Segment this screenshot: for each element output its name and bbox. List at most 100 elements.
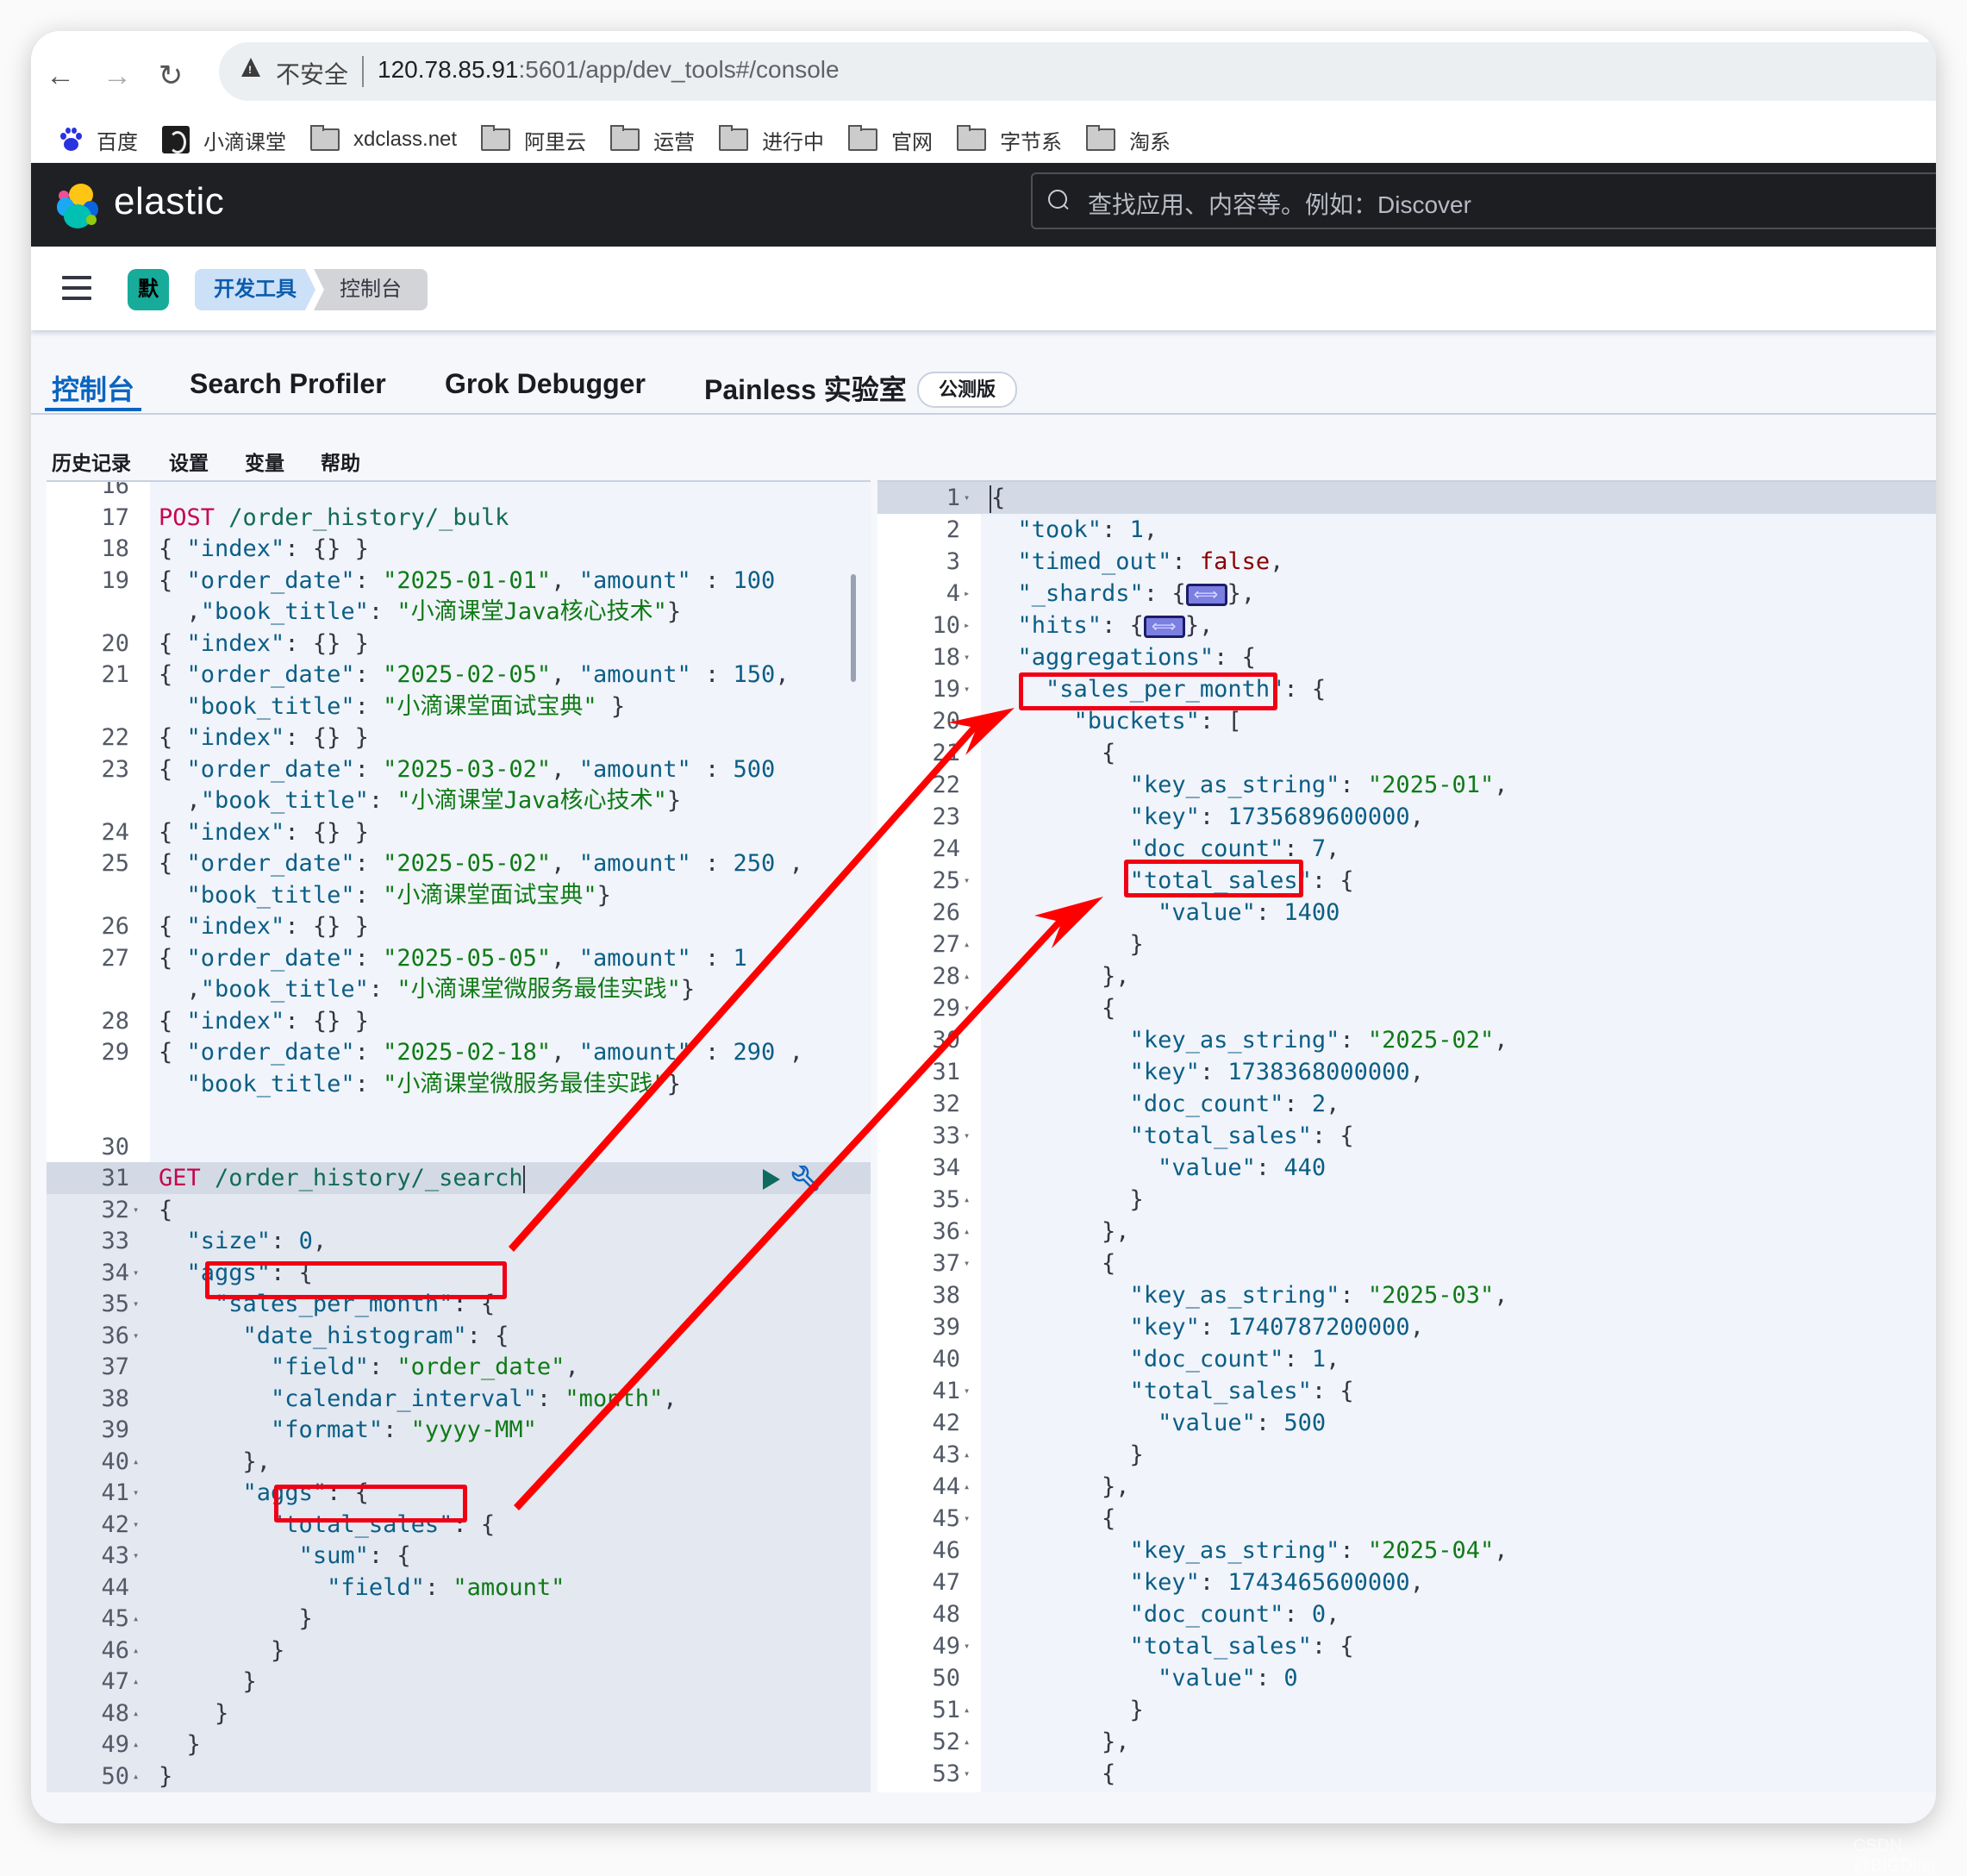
code-line[interactable]: 4▸ "_shards": {}, bbox=[877, 578, 1936, 610]
code-line[interactable]: 42 "value": 500 bbox=[877, 1407, 1936, 1439]
fold-open-icon[interactable]: ▾ bbox=[133, 1194, 139, 1226]
arrow-right-icon[interactable]: → bbox=[98, 57, 136, 95]
code-line[interactable]: 16 bbox=[47, 482, 871, 502]
play-icon[interactable] bbox=[763, 1169, 780, 1190]
fold-open-icon[interactable]: ▾ bbox=[964, 1758, 970, 1790]
code-line[interactable]: 1 ▾ { bbox=[877, 482, 1936, 514]
code-line[interactable]: 48 ▴ } bbox=[47, 1697, 871, 1729]
fold-closed-icon[interactable]: ▸ bbox=[964, 578, 970, 610]
code-line[interactable]: 19 { "order_date": "2025-01-01", "amount"… bbox=[47, 565, 871, 597]
code-line[interactable]: 39 "format": "yyyy-MM" bbox=[47, 1414, 871, 1446]
bookmark-folder[interactable]: 进行中 bbox=[719, 125, 824, 155]
code-line[interactable]: 28 { "index": {} } bbox=[47, 1005, 871, 1037]
code-line[interactable]: 37 ▾ { bbox=[877, 1248, 1936, 1279]
code-line[interactable]: 53 ▾ { bbox=[877, 1758, 1936, 1790]
fold-close-icon[interactable]: ▴ bbox=[133, 1603, 139, 1635]
fold-open-icon[interactable]: ▾ bbox=[964, 1120, 970, 1152]
fold-open-icon[interactable]: ▾ bbox=[964, 992, 970, 1024]
code-line[interactable]: 24 { "index": {} } bbox=[47, 816, 871, 848]
fold-open-icon[interactable]: ▾ bbox=[133, 1509, 139, 1541]
code-line[interactable]: 20 { "index": {} } bbox=[47, 628, 871, 660]
fold-close-icon[interactable]: ▴ bbox=[964, 1694, 970, 1726]
code-line[interactable]: 36 ▴ }, bbox=[877, 1216, 1936, 1248]
code-line[interactable]: 54 "key_as_string": "2025-05", bbox=[877, 1790, 1936, 1792]
url-text[interactable]: 120.78.85.91:5601/app/dev_tools#/console bbox=[378, 56, 840, 84]
code-line[interactable]: 3 "timed_out": false, bbox=[877, 546, 1936, 578]
code-line[interactable]: 51 ▴ } bbox=[877, 1694, 1936, 1726]
fold-close-icon[interactable]: ▴ bbox=[964, 1184, 970, 1216]
tab-grok-debugger[interactable]: Grok Debugger bbox=[445, 368, 646, 400]
breadcrumb-dev-tools[interactable]: 开发工具 bbox=[195, 269, 315, 310]
fold-open-icon[interactable]: ▾ bbox=[133, 1288, 139, 1320]
fold-open-icon[interactable]: ▾ bbox=[964, 482, 970, 514]
code-line[interactable]: 26 "value": 1400 bbox=[877, 897, 1936, 929]
code-line[interactable]: 50 "value": 0 bbox=[877, 1662, 1936, 1694]
code-line[interactable]: "book_title": "小滴课堂面试宝典" } bbox=[47, 691, 871, 722]
fold-open-icon[interactable]: ▾ bbox=[964, 1503, 970, 1535]
code-line[interactable]: 26 { "index": {} } bbox=[47, 910, 871, 942]
code-line[interactable]: 37 "field": "order_date", bbox=[47, 1351, 871, 1383]
code-line[interactable]: 38 "key_as_string": "2025-03", bbox=[877, 1279, 1936, 1311]
code-line[interactable]: 40 "doc_count": 1, bbox=[877, 1343, 1936, 1375]
fold-close-icon[interactable]: ▴ bbox=[964, 929, 970, 960]
code-line[interactable]: 31 GET /order_history/_search bbox=[47, 1162, 871, 1194]
fold-open-icon[interactable]: ▾ bbox=[964, 1248, 970, 1279]
bookmark-folder[interactable]: 淘系 bbox=[1086, 125, 1171, 155]
bookmark-folder[interactable]: xdclass.net bbox=[310, 125, 457, 152]
arrow-left-icon[interactable]: ← bbox=[41, 57, 79, 95]
fold-open-icon[interactable]: ▾ bbox=[964, 705, 970, 737]
fold-open-icon[interactable]: ▾ bbox=[964, 641, 970, 673]
tab-search-profiler[interactable]: Search Profiler bbox=[190, 368, 386, 400]
code-line[interactable]: 22 "key_as_string": "2025-01", bbox=[877, 769, 1936, 801]
history-button[interactable]: 历史记录 bbox=[52, 447, 131, 476]
code-line[interactable]: 39 "key": 1740787200000, bbox=[877, 1311, 1936, 1343]
code-line[interactable]: 32 ▾ { bbox=[47, 1193, 871, 1226]
code-line[interactable]: 10▸ "hits": {}, bbox=[877, 610, 1936, 642]
code-line[interactable]: 23 { "order_date": "2025-03-02", "amount"… bbox=[47, 754, 871, 785]
fold-closed-icon[interactable]: ▸ bbox=[964, 610, 970, 641]
code-line[interactable]: 47 ▴ } bbox=[47, 1666, 871, 1698]
code-line[interactable]: 27 { "order_date": "2025-05-05", "amount"… bbox=[47, 942, 871, 974]
code-line[interactable]: 47 "key": 1743465600000, bbox=[877, 1566, 1936, 1598]
bookmark-folder[interactable]: 运营 bbox=[610, 125, 695, 155]
menu-icon[interactable] bbox=[62, 276, 91, 300]
code-line[interactable]: 24 "doc_count": 7, bbox=[877, 833, 1936, 865]
tab-painless-lab[interactable]: Painless 实验室 bbox=[704, 368, 907, 408]
code-line[interactable]: 36 ▾ "date_histogram": { bbox=[47, 1319, 871, 1352]
code-line[interactable]: 45 ▾ { bbox=[877, 1503, 1936, 1535]
code-line[interactable]: 18 { "index": {} } bbox=[47, 533, 871, 565]
code-line[interactable]: 30 bbox=[47, 1131, 871, 1163]
code-line[interactable]: 17 POST /order_history/_bulk bbox=[47, 502, 871, 534]
code-line[interactable]: 43 ▴ } bbox=[877, 1439, 1936, 1471]
code-line[interactable]: 23 "key": 1735689600000, bbox=[877, 801, 1936, 833]
code-line[interactable]: 25 ▾ "total_sales": { bbox=[877, 865, 1936, 897]
fold-open-icon[interactable]: ▾ bbox=[964, 1375, 970, 1407]
code-line[interactable] bbox=[47, 1099, 871, 1131]
code-line[interactable]: 44 "field": "amount" bbox=[47, 1571, 871, 1604]
code-line[interactable]: 21 { bbox=[877, 737, 1936, 769]
fold-open-icon[interactable]: ▾ bbox=[133, 1540, 139, 1572]
help-button[interactable]: 帮助 bbox=[321, 447, 360, 476]
fold-open-icon[interactable]: ▾ bbox=[133, 1320, 139, 1352]
settings-button[interactable]: 设置 bbox=[169, 447, 209, 476]
code-line[interactable]: 44 ▴ }, bbox=[877, 1471, 1936, 1503]
code-line[interactable]: ,"book_title": "小滴课堂微服务最佳实践"} bbox=[47, 973, 871, 1005]
code-line[interactable]: 45 ▴ } bbox=[47, 1603, 871, 1635]
fold-close-icon[interactable]: ▴ bbox=[964, 1726, 970, 1758]
fold-close-icon[interactable]: ▴ bbox=[964, 1439, 970, 1471]
code-line[interactable]: 33 ▾ "total_sales": { bbox=[877, 1120, 1936, 1152]
fold-close-icon[interactable]: ▴ bbox=[964, 1471, 970, 1503]
address-bar[interactable]: ! 不安全 120.78.85.91:5601/app/dev_tools#/c… bbox=[219, 42, 1936, 101]
bookmark-xdclass[interactable]: 小滴课堂 bbox=[162, 125, 286, 155]
variables-button[interactable]: 变量 bbox=[245, 447, 284, 476]
code-line[interactable]: 29 { "order_date": "2025-02-18", "amount"… bbox=[47, 1036, 871, 1068]
code-line[interactable]: ,"book_title": "小滴课堂Java核心技术"} bbox=[47, 785, 871, 816]
code-line[interactable]: 52 ▴ }, bbox=[877, 1726, 1936, 1758]
fold-open-icon[interactable]: ▾ bbox=[133, 1257, 139, 1289]
fold-open-icon[interactable]: ▾ bbox=[133, 1477, 139, 1509]
code-line[interactable]: 43 ▾ "sum": { bbox=[47, 1540, 871, 1572]
bookmark-baidu[interactable]: 百度 bbox=[59, 125, 138, 155]
bookmark-folder[interactable]: 字节系 bbox=[957, 125, 1062, 155]
fold-open-icon[interactable]: ▾ bbox=[964, 673, 970, 705]
code-line[interactable]: 41 ▾ "total_sales": { bbox=[877, 1375, 1936, 1407]
